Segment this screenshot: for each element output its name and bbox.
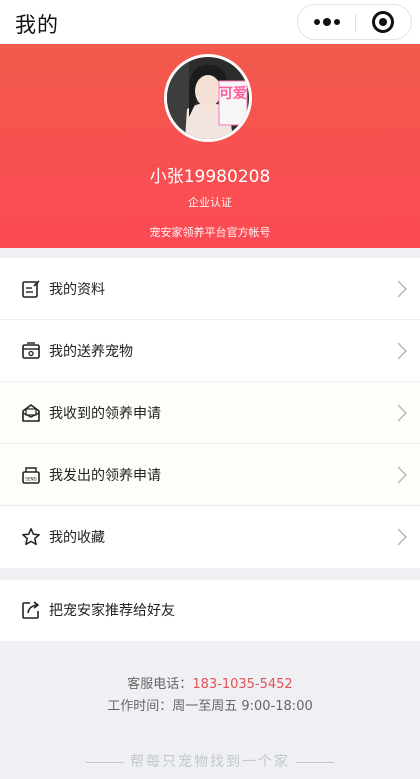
- edit-profile-icon: [22, 280, 40, 298]
- star-icon: [22, 528, 40, 546]
- profile-header: 可爱 小张19980208 企业认证 宠安家领养平台官方帐号: [0, 44, 420, 248]
- chevron-right-icon: [397, 280, 407, 298]
- customer-service-line: 客服电话：183-1035-5452: [0, 673, 420, 692]
- chevron-right-icon: [397, 342, 407, 360]
- menu-item-label: 我的资料: [49, 282, 105, 298]
- share-icon: [22, 601, 39, 619]
- more-dots-icon-right: [334, 19, 340, 25]
- page-title: 我的: [15, 13, 59, 37]
- menu-item-favorites[interactable]: 我的收藏: [0, 506, 420, 568]
- working-hours: 工作时间：周一至周五 9:00-18:00: [107, 699, 313, 714]
- footer: 客服电话：183-1035-5452 工作时间：周一至周五 9:00-18:00…: [0, 641, 420, 779]
- nav-bar: 我的: [0, 0, 420, 44]
- sent-envelope-icon: SEND: [22, 467, 40, 484]
- menu-list: 我的资料 我的送养宠物 我收到的领养申请 SEND 我发出的领养申请 我的收藏: [0, 258, 420, 568]
- menu-item-label: 我收到的领养申请: [49, 406, 161, 422]
- more-dots-icon: [314, 19, 320, 25]
- slogan: 帮每只宠物找到一个家: [0, 751, 420, 771]
- menu-item-label: 我的收藏: [49, 530, 105, 546]
- official-account-label: 宠安家领养平台官方帐号: [149, 226, 271, 239]
- target-circle-icon: [372, 11, 394, 33]
- share-row[interactable]: 把宠安家推荐给好友: [0, 580, 420, 641]
- chevron-right-icon: [397, 528, 407, 546]
- menu-item-sent-applications[interactable]: SEND 我发出的领养申请: [0, 444, 420, 506]
- chevron-right-icon: [397, 404, 407, 422]
- pet-box-icon: [22, 342, 40, 359]
- sent-icon-caption: SEND: [25, 477, 36, 482]
- menu-item-my-pets[interactable]: 我的送养宠物: [0, 320, 420, 382]
- menu-item-my-profile[interactable]: 我的资料: [0, 258, 420, 320]
- chevron-right-icon: [397, 466, 407, 484]
- slogan-divider-right: [296, 761, 334, 763]
- menu-item-received-applications[interactable]: 我收到的领养申请: [0, 382, 420, 444]
- avatar-image: 可爱: [167, 57, 249, 139]
- more-button[interactable]: [298, 5, 355, 39]
- mini-program-capsule: [297, 4, 412, 40]
- close-button[interactable]: [356, 5, 412, 39]
- slogan-text: 帮每只宠物找到一个家: [130, 754, 290, 770]
- username: 小张19980208: [149, 167, 271, 187]
- avatar[interactable]: 可爱: [164, 54, 252, 142]
- certification-badge: 企业认证: [188, 196, 232, 209]
- menu-item-label: 我发出的领养申请: [49, 468, 161, 484]
- phone-label: 客服电话：: [127, 677, 193, 692]
- inbox-envelope-icon: [22, 404, 40, 422]
- avatar-sticker-text: 可爱: [219, 86, 247, 102]
- slogan-divider-left: [86, 761, 124, 763]
- more-dots-icon-center: [323, 18, 331, 26]
- menu-item-label: 我的送养宠物: [49, 344, 133, 360]
- phone-number-link[interactable]: 183-1035-5452: [192, 677, 292, 692]
- share-label: 把宠安家推荐给好友: [49, 603, 175, 619]
